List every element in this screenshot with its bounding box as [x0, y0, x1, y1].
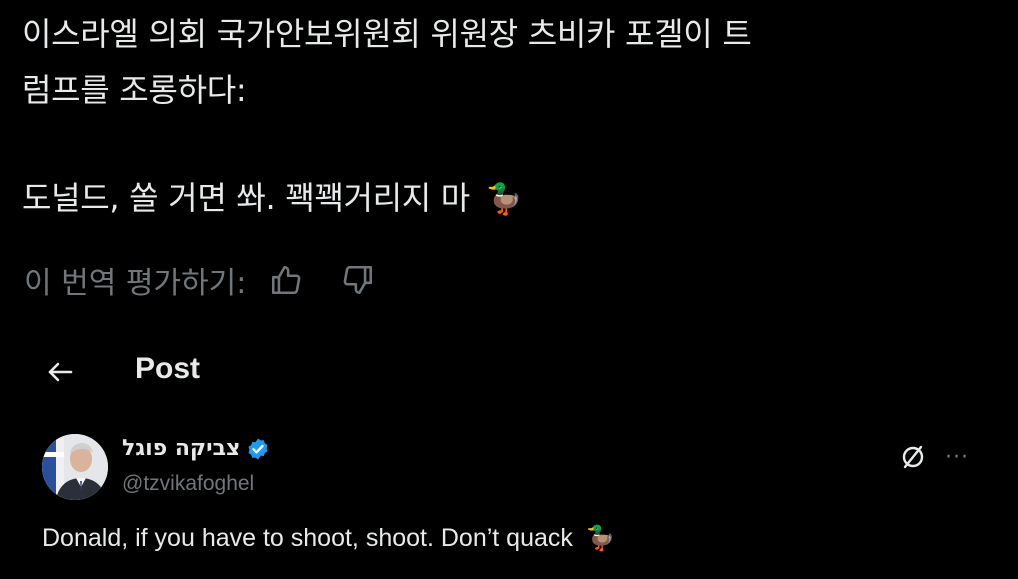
back-button[interactable]: [40, 354, 80, 390]
page-title: Post: [135, 352, 201, 385]
translated-text: 이스라엘 의회 국가안보위원회 위원장 츠비카 포겔이 트 럼프를 조롱하다: …: [22, 6, 1002, 228]
translated-line-2: 럼프를 조롱하다:: [22, 71, 247, 109]
thumbs-up-icon[interactable]: [266, 260, 306, 300]
rate-translation-label: 이 번역 평가하기:: [24, 266, 247, 301]
arrow-left-icon: [48, 362, 73, 382]
author-handle[interactable]: @tzvikafoghel: [122, 472, 254, 496]
post-author: צביקה פוגל @tzvikafoghel ···: [42, 432, 982, 502]
avatar[interactable]: [42, 434, 108, 500]
duck-emoji: 🦆: [585, 525, 616, 552]
rate-translation-row: 이 번역 평가하기:: [24, 252, 378, 308]
post-text: Donald, if you have to shoot, shoot. Don…: [42, 524, 616, 553]
verified-badge-icon: [248, 438, 268, 459]
grok-icon: [902, 445, 924, 469]
author-name[interactable]: צביקה פוגל: [122, 436, 270, 461]
grok-button[interactable]: [896, 440, 930, 474]
translated-line-1: 이스라엘 의회 국가안보위원회 위원장 츠비카 포겔이 트: [22, 15, 752, 53]
post-header: Post: [0, 340, 1018, 404]
more-options-button[interactable]: ···: [940, 440, 974, 474]
duck-emoji: 🦆: [485, 182, 523, 217]
author-name-text: צביקה פוגל: [122, 436, 241, 461]
thumbs-down-icon[interactable]: [338, 260, 378, 300]
more-dots-icon: ···: [945, 444, 969, 470]
post-text-content: Donald, if you have to shoot, shoot. Don…: [42, 524, 573, 552]
translated-line-3: 도널드, 쏠 거면 쏴. 꽥꽥거리지 마 🦆: [22, 170, 1002, 228]
translated-line-3-text: 도널드, 쏠 거면 쏴. 꽥꽥거리지 마: [22, 179, 470, 217]
